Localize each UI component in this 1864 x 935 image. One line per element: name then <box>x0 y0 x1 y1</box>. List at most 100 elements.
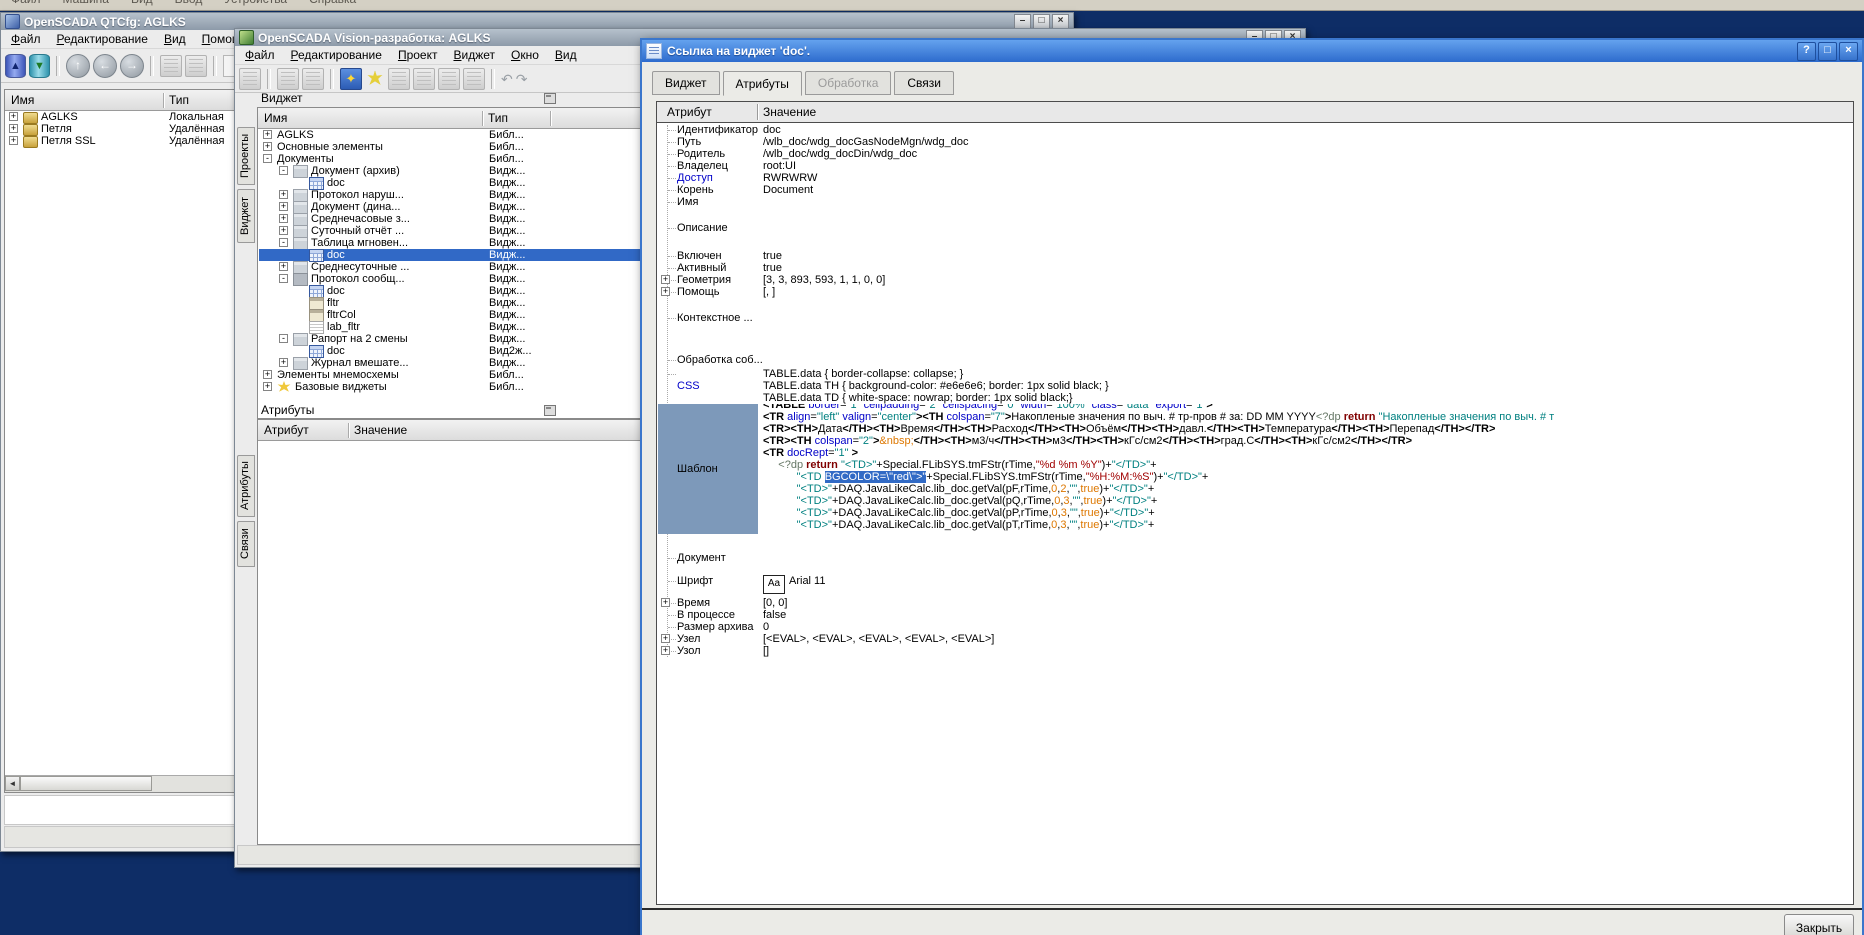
widget-add-icon[interactable] <box>388 68 410 90</box>
widget-props-icon[interactable] <box>438 68 460 90</box>
attr-row[interactable]: Включенtrue <box>657 250 1853 262</box>
attr-row[interactable]: CSSTABLE.data { border-collapse: collaps… <box>657 368 1853 404</box>
menu-item-3[interactable]: Вид <box>156 31 194 47</box>
expander-icon[interactable]: - <box>279 238 288 247</box>
widget-del-icon[interactable] <box>413 68 435 90</box>
db-load-icon[interactable] <box>277 68 299 90</box>
project-icon[interactable] <box>239 68 261 90</box>
menu-item-4[interactable]: Ввод <box>175 0 203 9</box>
menu-item-1[interactable]: Файл <box>11 0 41 9</box>
expander-icon[interactable]: + <box>9 112 18 121</box>
expander-icon[interactable]: - <box>279 334 288 343</box>
menu-item-5[interactable]: Устройства <box>224 0 287 9</box>
menu-item-3[interactable]: Проект <box>390 47 446 63</box>
side-tab-links[interactable]: Связи <box>237 521 255 567</box>
attr-row[interactable]: Активныйtrue <box>657 262 1853 274</box>
attr-row[interactable]: Документ <box>657 552 1853 564</box>
close-icon[interactable]: × <box>1052 14 1069 29</box>
expander-icon[interactable]: + <box>661 275 670 284</box>
scroll-left-icon[interactable]: ◄ <box>5 776 20 791</box>
item-add-icon[interactable] <box>160 55 182 77</box>
font-button[interactable]: Aa <box>763 575 785 594</box>
menu-item-2[interactable]: Машина <box>63 0 109 9</box>
menu-item-4[interactable]: Виджет <box>445 47 503 63</box>
attr-row[interactable]: Описание <box>657 222 1853 234</box>
expander-icon[interactable]: + <box>661 598 670 607</box>
attr-row[interactable]: +Время[0, 0] <box>657 597 1853 609</box>
template-code-editor[interactable]: <TABLE border="1" cellpadding="2" cellsp… <box>763 404 1852 534</box>
attr-row[interactable]: В процессеfalse <box>657 609 1853 621</box>
dock-icon[interactable] <box>544 405 556 416</box>
expander-icon[interactable]: + <box>661 646 670 655</box>
attr-row[interactable]: Владелецroot:UI <box>657 160 1853 172</box>
side-tab-attributes[interactable]: Атрибуты <box>237 455 255 517</box>
help-icon[interactable]: ? <box>1797 42 1816 61</box>
attr-row[interactable]: Контекстное ... <box>657 312 1853 324</box>
undo-icon[interactable]: ↶ <box>501 69 513 89</box>
tab-атрибуты[interactable]: Атрибуты <box>723 71 802 96</box>
tree-row[interactable]: +ПетляУдалённая <box>5 123 249 135</box>
db-load-icon[interactable]: ▲ <box>5 54 26 78</box>
db-save-icon[interactable] <box>302 68 324 90</box>
attr-row[interactable]: +Узол[] <box>657 645 1853 657</box>
attr-row[interactable]: Родитель/wlb_doc/wdg_docDin/wdg_doc <box>657 148 1853 160</box>
attr-row[interactable]: Шаблон<TABLE border="1" cellpadding="2" … <box>657 404 1853 534</box>
attr-row[interactable]: Путь/wlb_doc/wdg_docGasNodeMgn/wdg_doc <box>657 136 1853 148</box>
menu-item-6[interactable]: Вид <box>547 47 585 63</box>
widget-edit-icon[interactable] <box>463 68 485 90</box>
expander-icon[interactable]: + <box>263 370 272 379</box>
menu-item-1[interactable]: Файл <box>3 31 49 47</box>
nav-back-icon[interactable]: ← <box>93 54 117 78</box>
scrollbar-thumb[interactable] <box>20 776 152 791</box>
close-button[interactable]: Закрыть <box>1784 914 1854 935</box>
menu-item-3[interactable]: Вид <box>131 0 153 9</box>
expander-icon[interactable]: + <box>9 124 18 133</box>
attr-row[interactable]: Обработка соб... <box>657 354 1853 366</box>
item-del-icon[interactable] <box>185 55 207 77</box>
expander-icon[interactable]: + <box>661 287 670 296</box>
maximize-icon[interactable]: □ <box>1033 14 1050 29</box>
dialog-titlebar[interactable]: Ссылка на виджет 'doc'. ? □ × <box>642 40 1862 62</box>
widget-lib-icon[interactable]: ✦ <box>340 68 362 90</box>
menu-item-2[interactable]: Редактирование <box>283 47 390 63</box>
maximize-icon[interactable]: □ <box>1818 42 1837 61</box>
attr-row[interactable]: Размер архива0 <box>657 621 1853 633</box>
template-label-cell[interactable]: Шаблон <box>658 404 758 534</box>
menu-item-1[interactable]: Файл <box>237 47 283 63</box>
expander-icon[interactable]: + <box>9 136 18 145</box>
expander-icon[interactable]: + <box>279 358 288 367</box>
expander-icon[interactable]: - <box>279 274 288 283</box>
side-tab-projects[interactable]: Проекты <box>237 127 255 185</box>
db-save-icon[interactable]: ▼ <box>29 54 50 78</box>
expander-icon[interactable]: + <box>279 214 288 223</box>
close-icon[interactable]: × <box>1839 42 1858 61</box>
attr-row[interactable]: ДоступRWRWRW <box>657 172 1853 184</box>
side-tab-widget[interactable]: Виджет <box>237 189 255 243</box>
tab-виджет[interactable]: Виджет <box>652 71 720 95</box>
expander-icon[interactable]: + <box>279 226 288 235</box>
attr-row[interactable]: +Геометрия[3, 3, 893, 593, 1, 1, 0, 0] <box>657 274 1853 286</box>
horizontal-scrollbar[interactable]: ◄ ► <box>5 775 249 792</box>
expander-icon[interactable]: - <box>279 166 288 175</box>
attr-row[interactable]: Имя <box>657 196 1853 208</box>
tab-связи[interactable]: Связи <box>894 71 954 95</box>
attr-row[interactable]: КореньDocument <box>657 184 1853 196</box>
nav-forward-icon[interactable]: → <box>120 54 144 78</box>
scrollbar-track[interactable] <box>152 776 234 792</box>
expander-icon[interactable]: + <box>263 382 272 391</box>
attr-label[interactable]: CSS <box>677 380 700 392</box>
element-lib-icon[interactable] <box>365 69 385 89</box>
expander-icon[interactable]: + <box>263 130 272 139</box>
nav-up-icon[interactable]: ↑ <box>66 54 90 78</box>
expander-icon[interactable]: + <box>279 202 288 211</box>
attr-row[interactable]: +Помощь[, ] <box>657 286 1853 298</box>
minimize-icon[interactable]: – <box>1014 14 1031 29</box>
attr-row[interactable]: Идентификаторdoc <box>657 124 1853 136</box>
tree-row[interactable]: +Петля SSLУдалённая <box>5 135 249 147</box>
qtcfg-tree-header[interactable]: Имя Тип <box>5 90 249 111</box>
menu-item-5[interactable]: Окно <box>503 47 547 63</box>
menu-item-6[interactable]: Справка <box>309 0 356 9</box>
tree-row[interactable]: +AGLKSЛокальная <box>5 111 249 123</box>
expander-icon[interactable]: + <box>661 634 670 643</box>
expander-icon[interactable]: + <box>279 190 288 199</box>
